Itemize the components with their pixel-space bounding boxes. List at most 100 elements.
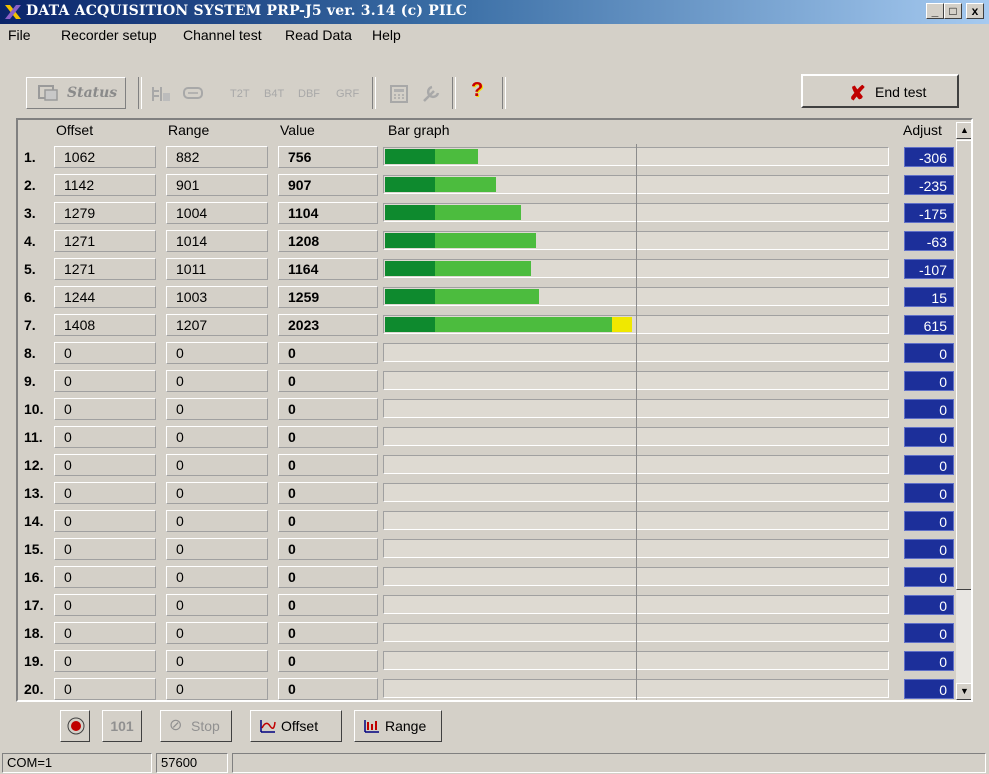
adjust-value[interactable]: 0: [904, 623, 954, 643]
vertical-scrollbar[interactable]: ▲ ▼: [956, 122, 971, 700]
channel-number: 12.: [24, 457, 44, 473]
adjust-value[interactable]: -107: [904, 259, 954, 279]
app-logo-icon: [5, 5, 21, 19]
channel-row: 2. 1142 901 907 -235: [18, 172, 954, 200]
dbf-button[interactable]: DBF: [298, 88, 320, 100]
t2t-button[interactable]: T2T: [230, 88, 250, 100]
bar-dark-segment: [385, 317, 435, 332]
menu-channel-test[interactable]: Channel test: [183, 27, 262, 43]
counter-button[interactable]: 101: [102, 710, 142, 742]
menu-help[interactable]: Help: [372, 27, 401, 43]
channel-row: 7. 1408 1207 2023 615: [18, 312, 954, 340]
channel-number: 7.: [24, 317, 36, 333]
bar-light-segment: [435, 317, 612, 332]
channel-panel: Offset Range Value Bar graph Adjust 1. 10…: [16, 118, 973, 702]
bar-light-segment: [435, 205, 521, 220]
scroll-thumb[interactable]: [956, 140, 971, 590]
menu-recorder-setup[interactable]: Recorder setup: [61, 27, 157, 43]
record-button[interactable]: [60, 710, 90, 742]
scroll-up-button[interactable]: ▲: [956, 122, 971, 139]
range-cell: 0: [166, 678, 268, 700]
minimize-button[interactable]: _: [926, 3, 944, 19]
bar-dark-segment: [385, 233, 435, 248]
value-cell: 0: [278, 650, 378, 672]
menu-bar: File Recorder setup Channel test Read Da…: [0, 24, 989, 46]
bar-dark-segment: [385, 205, 435, 220]
adjust-value[interactable]: 0: [904, 567, 954, 587]
value-cell: 0: [278, 454, 378, 476]
bar-light-segment: [435, 149, 478, 164]
range-button[interactable]: Range: [354, 710, 442, 742]
close-button[interactable]: x: [966, 3, 984, 19]
offset-label: Offset: [281, 718, 319, 734]
bar-dark-segment: [385, 177, 435, 192]
wrench-icon[interactable]: [420, 83, 442, 105]
value-cell: 0: [278, 678, 378, 700]
adjust-value[interactable]: 0: [904, 371, 954, 391]
value-cell: 0: [278, 594, 378, 616]
range-chart-icon: [364, 720, 379, 733]
header-bar-graph: Bar graph: [388, 122, 450, 138]
offset-cell: 1142: [54, 174, 156, 196]
range-cell: 1011: [166, 258, 268, 280]
offset-cell: 0: [54, 426, 156, 448]
adjust-value[interactable]: 0: [904, 455, 954, 475]
channel-number: 16.: [24, 569, 44, 585]
help-button[interactable]: ?: [471, 79, 483, 102]
range-cell: 901: [166, 174, 268, 196]
value-cell: 0: [278, 482, 378, 504]
channel-number: 8.: [24, 345, 36, 361]
adjust-value[interactable]: 0: [904, 399, 954, 419]
adjust-value[interactable]: -306: [904, 147, 954, 167]
adjust-value[interactable]: 0: [904, 679, 954, 699]
adjust-value[interactable]: 0: [904, 343, 954, 363]
stop-button[interactable]: ⊘ Stop: [160, 710, 232, 742]
display-icon[interactable]: [182, 85, 204, 101]
range-cell: 1207: [166, 314, 268, 336]
range-cell: 0: [166, 566, 268, 588]
menu-read-data[interactable]: Read Data: [285, 27, 352, 43]
calculator-icon[interactable]: [388, 83, 410, 105]
b4t-button[interactable]: B4T: [264, 88, 284, 100]
range-cell: 1014: [166, 230, 268, 252]
bar-dark-segment: [385, 149, 435, 164]
channel-row: 8. 0 0 0 0: [18, 340, 954, 368]
header-offset: Offset: [56, 122, 94, 138]
grf-button[interactable]: GRF: [336, 88, 359, 100]
main-window: DATA ACQUISITION SYSTEM PRP-J5 ver. 3.14…: [0, 0, 989, 774]
status-button[interactable]: Status: [26, 77, 126, 109]
channel-icon[interactable]: [150, 83, 172, 105]
scroll-down-button[interactable]: ▼: [956, 683, 971, 700]
channel-row: 5. 1271 1011 1164 -107: [18, 256, 954, 284]
channel-row: 15. 0 0 0 0: [18, 536, 954, 564]
value-cell: 1104: [278, 202, 378, 224]
channel-number: 2.: [24, 177, 36, 193]
title-bar[interactable]: DATA ACQUISITION SYSTEM PRP-J5 ver. 3.14…: [0, 0, 989, 24]
offset-cell: 0: [54, 678, 156, 700]
range-cell: 0: [166, 454, 268, 476]
header-adjust: Adjust: [903, 122, 942, 138]
adjust-value[interactable]: 615: [904, 315, 954, 335]
adjust-value[interactable]: 0: [904, 483, 954, 503]
adjust-value[interactable]: -63: [904, 231, 954, 251]
offset-cell: 0: [54, 482, 156, 504]
offset-cell: 0: [54, 398, 156, 420]
adjust-value[interactable]: -235: [904, 175, 954, 195]
adjust-value[interactable]: 0: [904, 595, 954, 615]
offset-button[interactable]: Offset: [250, 710, 342, 742]
maximize-button[interactable]: □: [944, 3, 962, 19]
menu-file[interactable]: File: [8, 27, 31, 43]
adjust-value[interactable]: 0: [904, 651, 954, 671]
adjust-value[interactable]: 0: [904, 539, 954, 559]
adjust-value[interactable]: 0: [904, 511, 954, 531]
adjust-value[interactable]: -175: [904, 203, 954, 223]
channel-number: 15.: [24, 541, 44, 557]
bar-light-segment: [435, 261, 531, 276]
channel-number: 4.: [24, 233, 36, 249]
stop-label: Stop: [191, 718, 220, 734]
end-test-button[interactable]: ✘ End test: [801, 74, 959, 108]
adjust-value[interactable]: 15: [904, 287, 954, 307]
adjust-value[interactable]: 0: [904, 427, 954, 447]
offset-cell: 0: [54, 538, 156, 560]
channel-number: 10.: [24, 401, 44, 417]
